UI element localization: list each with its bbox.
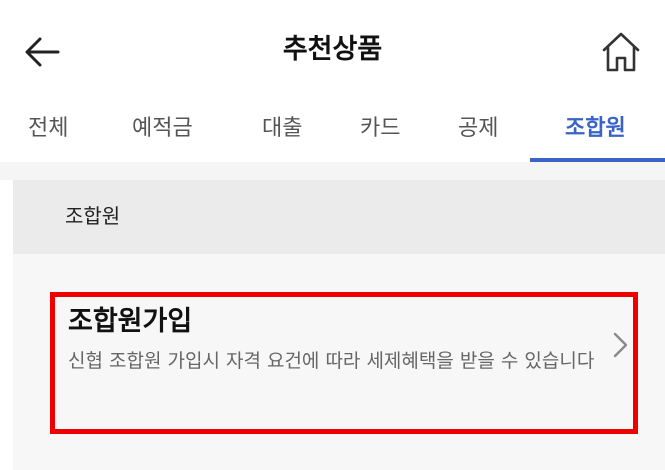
tab-savings[interactable]: 예적금 <box>132 112 193 146</box>
list-item-member-signup[interactable]: 조합원가입 신협 조합원 가입시 자격 요건에 따라 세제혜택을 받을 수 있습… <box>50 292 638 434</box>
chevron-right-icon <box>613 332 628 358</box>
tab-card[interactable]: 카드 <box>360 112 400 146</box>
home-icon <box>602 32 640 72</box>
section-header: 조합원 <box>13 180 665 254</box>
item-title: 조합원가입 <box>68 306 193 337</box>
tab-insurance[interactable]: 공제 <box>458 112 498 146</box>
home-button[interactable] <box>600 30 642 74</box>
item-description: 신협 조합원 가입시 자격 요건에 따라 세제혜택을 받을 수 있습니다 <box>68 350 595 372</box>
section-title: 조합원 <box>65 204 121 228</box>
tab-all[interactable]: 전체 <box>28 112 68 146</box>
category-tabs: 전체 예적금 대출 카드 공제 조합원 <box>0 100 665 162</box>
divider <box>0 162 665 180</box>
tab-loan[interactable]: 대출 <box>262 112 302 146</box>
page-title: 추천상품 <box>282 34 383 65</box>
app-header: 추천상품 <box>0 0 665 100</box>
tab-member[interactable]: 조합원 <box>565 112 626 146</box>
